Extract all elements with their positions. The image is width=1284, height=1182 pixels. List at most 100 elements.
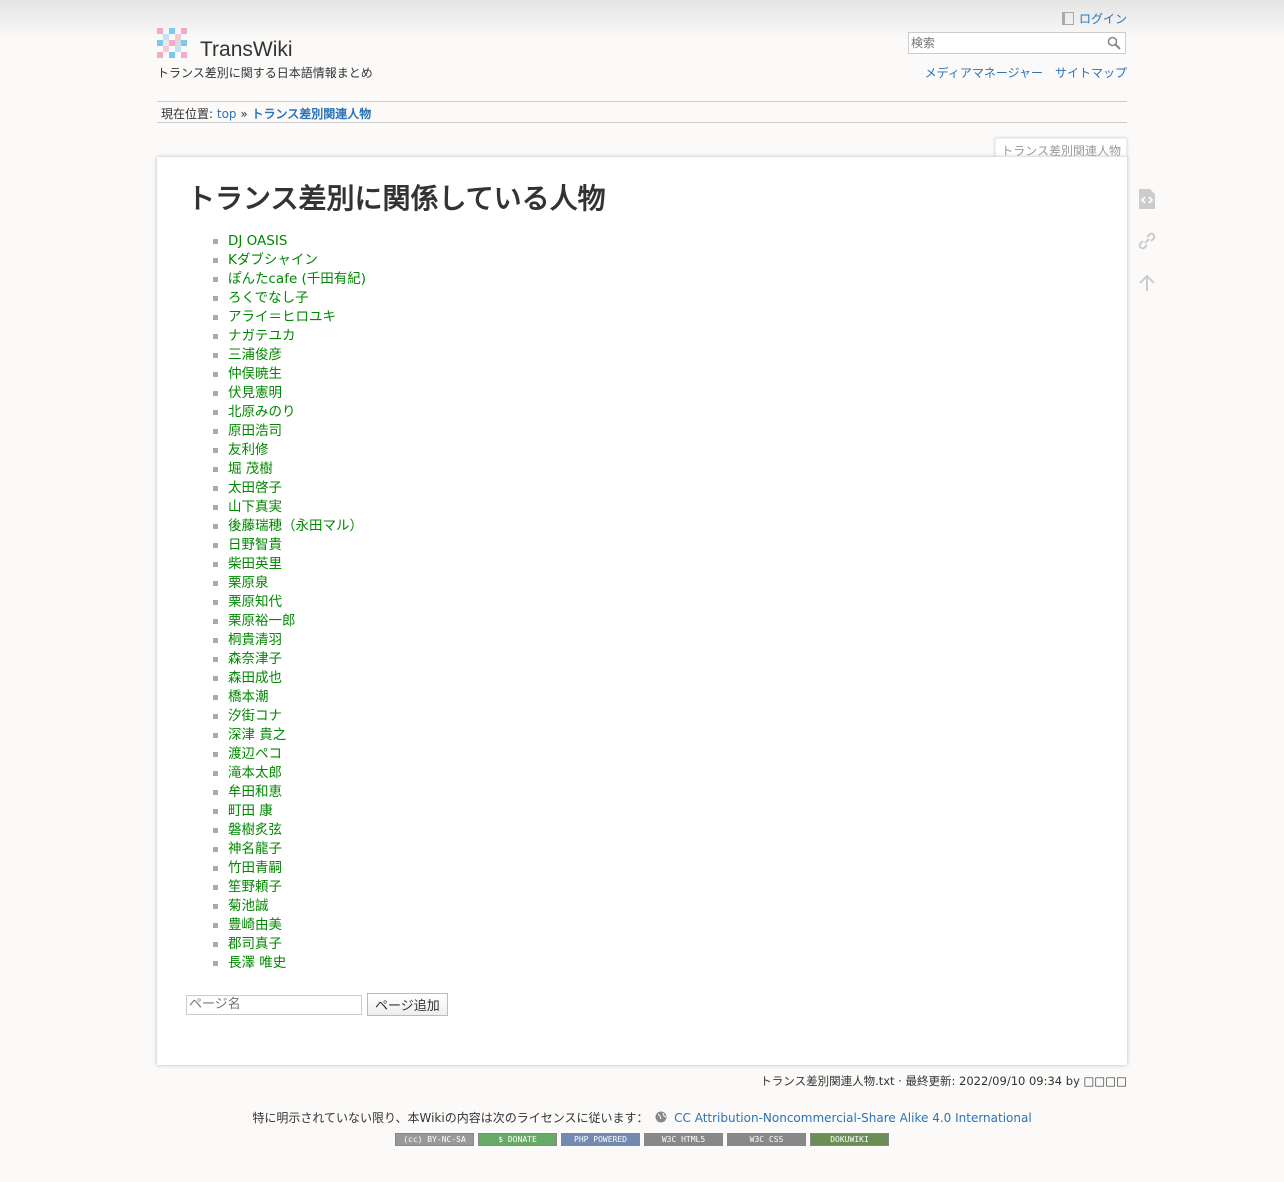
page-name-input[interactable] bbox=[186, 994, 362, 1015]
person-link[interactable]: 原田浩司 bbox=[228, 423, 282, 439]
person-link[interactable]: 磐樹炙弦 bbox=[228, 822, 282, 838]
person-link[interactable]: 太田啓子 bbox=[228, 480, 282, 496]
site-tools: メディアマネージャー サイトマップ bbox=[925, 64, 1127, 81]
person-link[interactable]: 郡司真子 bbox=[228, 936, 282, 952]
person-link[interactable]: 友利修 bbox=[228, 442, 269, 458]
list-item: 町田 康 bbox=[213, 802, 366, 821]
list-item: 豊崎由美 bbox=[213, 916, 366, 935]
login-link[interactable]: ログイン bbox=[1061, 10, 1127, 27]
person-link[interactable]: 三浦俊彦 bbox=[228, 347, 282, 363]
license-text: 特に明示されていない限り、本Wikiの内容は次のライセンスに従います： bbox=[252, 1111, 649, 1125]
list-item: 深津 貴之 bbox=[213, 726, 366, 745]
list-item: 牟田和恵 bbox=[213, 783, 366, 802]
person-link[interactable]: 仲俣暁生 bbox=[228, 366, 282, 382]
person-link[interactable]: 汐街コナ bbox=[228, 708, 282, 724]
person-link[interactable]: 柴田英里 bbox=[228, 556, 282, 572]
person-link[interactable]: 滝本太郎 bbox=[228, 765, 282, 781]
list-item: 郡司真子 bbox=[213, 935, 366, 954]
breadcrumb-separator: » bbox=[240, 107, 248, 121]
person-link[interactable]: 竹田青嗣 bbox=[228, 860, 282, 876]
breadcrumb: 現在位置: top » トランス差別関連人物 bbox=[157, 101, 1127, 123]
list-item: 長澤 唯史 bbox=[213, 954, 366, 973]
breadcrumb-home[interactable]: top bbox=[217, 107, 237, 121]
page-tools bbox=[1136, 188, 1158, 314]
person-link[interactable]: 山下真実 bbox=[228, 499, 282, 515]
person-link[interactable]: 菊池誠 bbox=[228, 898, 269, 914]
person-link[interactable]: 森田成也 bbox=[228, 670, 282, 686]
footer-badge[interactable]: W3C HTML5 bbox=[644, 1133, 723, 1146]
site-logo-icon[interactable] bbox=[157, 28, 189, 60]
footer-badge[interactable]: DOKUWIKI bbox=[810, 1133, 889, 1146]
list-item: 渡辺ペコ bbox=[213, 745, 366, 764]
list-item: 原田浩司 bbox=[213, 422, 366, 441]
site-title[interactable]: TransWiki bbox=[200, 38, 293, 62]
list-item: 仲俣暁生 bbox=[213, 365, 366, 384]
list-item: 太田啓子 bbox=[213, 479, 366, 498]
person-link[interactable]: 深津 貴之 bbox=[228, 727, 286, 743]
search-icon[interactable] bbox=[1107, 36, 1121, 50]
person-link[interactable]: アライ＝ヒロユキ bbox=[228, 309, 336, 325]
list-item: 栗原泉 bbox=[213, 574, 366, 593]
person-link[interactable]: 桐貴清羽 bbox=[228, 632, 282, 648]
person-link[interactable]: 森奈津子 bbox=[228, 651, 282, 667]
sitemap-link[interactable]: サイトマップ bbox=[1055, 64, 1127, 81]
list-item: ぽんたcafe (千田有紀) bbox=[213, 270, 366, 289]
footer-badge[interactable]: (cc) BY-NC-SA bbox=[395, 1133, 474, 1146]
person-link[interactable]: 北原みのり bbox=[228, 404, 296, 420]
person-link[interactable]: 町田 康 bbox=[228, 803, 273, 819]
person-link[interactable]: 笙野頼子 bbox=[228, 879, 282, 895]
person-link[interactable]: 日野智貴 bbox=[228, 537, 282, 553]
list-item: DJ OASIS bbox=[213, 232, 366, 251]
person-link[interactable]: 栗原泉 bbox=[228, 575, 269, 591]
search-input[interactable] bbox=[909, 33, 1103, 53]
list-item: 日野智貴 bbox=[213, 536, 366, 555]
list-item: 滝本太郎 bbox=[213, 764, 366, 783]
person-link[interactable]: 栗原知代 bbox=[228, 594, 282, 610]
globe-icon bbox=[655, 1111, 667, 1123]
list-item: 桐貴清羽 bbox=[213, 631, 366, 650]
list-item: ろくでなし子 bbox=[213, 289, 366, 308]
add-page-form: ページ追加 bbox=[186, 993, 448, 1016]
person-link[interactable]: ぽんたcafe (千田有紀) bbox=[228, 271, 366, 287]
footer-badge[interactable]: PHP POWERED bbox=[561, 1133, 640, 1146]
person-link[interactable]: 豊崎由美 bbox=[228, 917, 282, 933]
doc-info: トランス差別関連人物.txt · 最終更新: 2022/09/10 09:34 … bbox=[760, 1074, 1127, 1088]
list-item: 栗原裕一郎 bbox=[213, 612, 366, 631]
person-link[interactable]: 牟田和恵 bbox=[228, 784, 282, 800]
breadcrumb-current[interactable]: トランス差別関連人物 bbox=[252, 107, 372, 121]
login-label[interactable]: ログイン bbox=[1079, 10, 1127, 27]
media-manager-link[interactable]: メディアマネージャー bbox=[925, 64, 1043, 81]
person-link[interactable]: ろくでなし子 bbox=[228, 290, 309, 306]
person-link[interactable]: ナガテユカ bbox=[228, 328, 296, 344]
footer-badge[interactable]: $ DONATE bbox=[478, 1133, 557, 1146]
person-link[interactable]: 渡辺ペコ bbox=[228, 746, 282, 762]
footer-badge[interactable]: W3C CSS bbox=[727, 1133, 806, 1146]
person-link[interactable]: 栗原裕一郎 bbox=[228, 613, 296, 629]
breadcrumb-prefix: 現在位置: bbox=[161, 107, 214, 121]
list-item: 栗原知代 bbox=[213, 593, 366, 612]
license-info: 特に明示されていない限り、本Wikiの内容は次のライセンスに従います： CC A… bbox=[0, 1109, 1284, 1126]
person-link[interactable]: Kダブシャイン bbox=[228, 252, 318, 268]
person-link[interactable]: 後藤瑞穂（永田マル） bbox=[228, 518, 363, 534]
person-link[interactable]: 長澤 唯史 bbox=[228, 955, 286, 971]
show-source-icon[interactable] bbox=[1136, 188, 1158, 210]
person-link[interactable]: 橋本潮 bbox=[228, 689, 269, 705]
person-link[interactable]: 神名龍子 bbox=[228, 841, 282, 857]
page-content: トランス差別に関係している人物 DJ OASIS Kダブシャインぽんたcafe (… bbox=[157, 157, 1127, 1065]
search-box[interactable] bbox=[908, 32, 1126, 54]
list-item: 菊池誠 bbox=[213, 897, 366, 916]
login-icon bbox=[1061, 12, 1074, 25]
license-link[interactable]: CC Attribution-Noncommercial-Share Alike… bbox=[674, 1111, 1032, 1125]
list-item: 森田成也 bbox=[213, 669, 366, 688]
backlinks-icon[interactable] bbox=[1136, 230, 1158, 252]
list-item: 三浦俊彦 bbox=[213, 346, 366, 365]
page-title: トランス差別に関係している人物 bbox=[187, 183, 606, 214]
person-list: DJ OASIS Kダブシャインぽんたcafe (千田有紀) ろくでなし子アライ＝ヒ… bbox=[213, 232, 366, 973]
person-link[interactable]: 堀 茂樹 bbox=[228, 461, 273, 477]
back-to-top-icon[interactable] bbox=[1136, 272, 1158, 294]
person-link[interactable]: DJ OASIS bbox=[228, 233, 287, 249]
add-page-button[interactable]: ページ追加 bbox=[367, 993, 448, 1016]
list-item: 汐街コナ bbox=[213, 707, 366, 726]
list-item: 橋本潮 bbox=[213, 688, 366, 707]
person-link[interactable]: 伏見憲明 bbox=[228, 385, 282, 401]
